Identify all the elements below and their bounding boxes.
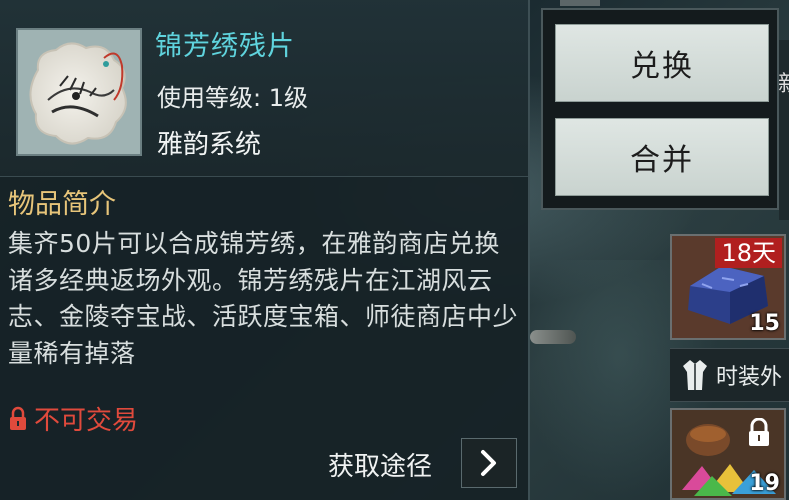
- item-tooltip-panel: 锦芳绣残片 使用等级: 1级 雅韵系统 物品简介 集齐50片可以合成锦芳绣，在雅…: [0, 0, 530, 500]
- fashion-category-tab[interactable]: 时装外: [670, 348, 789, 402]
- source-label[interactable]: 获取途径: [328, 446, 432, 483]
- trade-status-label: 不可交易: [34, 406, 139, 436]
- inventory-slot[interactable]: 18天 15: [670, 234, 786, 340]
- inventory-edge-label: 新: [778, 66, 789, 98]
- item-count: 19: [749, 471, 780, 496]
- lock-icon: [10, 406, 26, 430]
- chevron-right-icon: [481, 450, 496, 476]
- merge-button[interactable]: 合并: [555, 118, 769, 196]
- lock-icon: [749, 418, 769, 446]
- item-description: 集齐50片可以合成锦芳绣，在雅韵商店兑换诸多经典返场外观。锦芳绣残片在江湖风云志…: [8, 229, 519, 368]
- item-header: 锦芳绣残片 使用等级: 1级 雅韵系统: [0, 0, 528, 177]
- item-count: 15: [749, 311, 780, 336]
- description-title: 物品简介: [8, 189, 116, 220]
- embroidery-fragment-icon: [16, 28, 142, 156]
- item-action-menu: 兑换 合并: [541, 8, 779, 210]
- item-system: 雅韵系统: [157, 130, 262, 160]
- background-object: [530, 330, 576, 344]
- item-level: 使用等级: 1级: [157, 84, 308, 112]
- exchange-button[interactable]: 兑换: [555, 24, 769, 102]
- source-button[interactable]: [461, 438, 517, 488]
- top-edge-fragment: [560, 0, 600, 6]
- robe-icon: [683, 360, 707, 390]
- game-screen: 锦芳绣残片 使用等级: 1级 雅韵系统 物品简介 集齐50片可以合成锦芳绣，在雅…: [0, 0, 789, 500]
- trade-status: 不可交易: [8, 400, 138, 437]
- inventory-slot[interactable]: 19: [670, 408, 786, 500]
- expiry-badge: 18天: [715, 238, 782, 268]
- item-name: 锦芳绣残片: [155, 31, 295, 62]
- fashion-category-label: 时装外: [716, 365, 783, 390]
